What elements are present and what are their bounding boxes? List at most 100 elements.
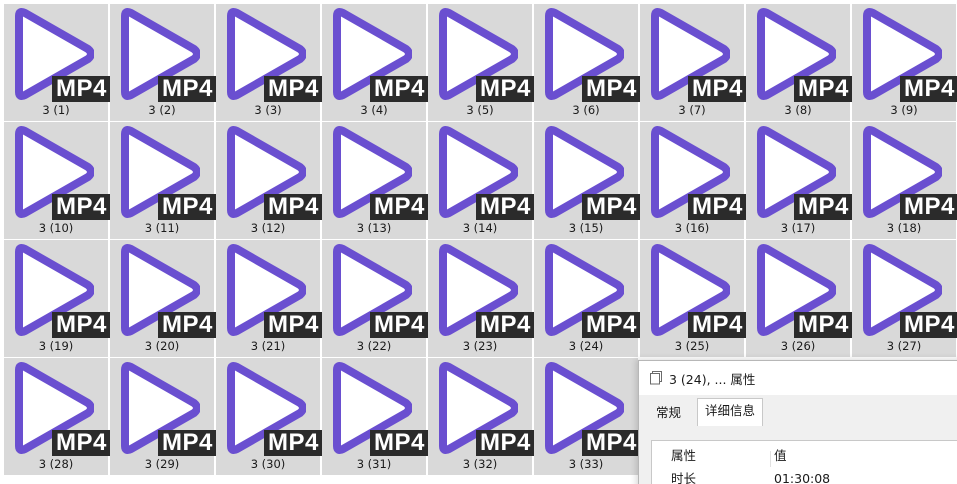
- property-value: 01:30:08: [774, 471, 831, 484]
- mp4-badge: MP4: [582, 312, 640, 338]
- column-header-property[interactable]: 属性: [671, 445, 696, 467]
- mp4-badge: MP4: [370, 76, 428, 102]
- mp4-badge: MP4: [264, 430, 322, 456]
- file-tile[interactable]: MP4 3 (7): [640, 4, 746, 121]
- mp4-badge: MP4: [900, 76, 957, 102]
- file-tile[interactable]: MP4 3 (26): [746, 240, 852, 357]
- file-name-label: 3 (15): [568, 221, 604, 235]
- mp4-badge: MP4: [476, 312, 534, 338]
- file-name-label: 3 (1): [42, 103, 70, 117]
- file-tile[interactable]: MP4 3 (5): [428, 4, 534, 121]
- mp4-badge: MP4: [264, 76, 322, 102]
- mp4-badge: MP4: [582, 76, 640, 102]
- properties-dialog: 3 (24), ... 属性 常规 详细信息 属性 值 时长 01:30:08: [638, 360, 957, 484]
- file-name-label: 3 (9): [890, 103, 918, 117]
- column-divider[interactable]: [770, 451, 771, 467]
- details-panel: 属性 值 时长 01:30:08: [651, 440, 957, 484]
- file-name-label: 3 (24): [568, 339, 604, 353]
- mp4-badge: MP4: [52, 194, 110, 220]
- mp4-badge: MP4: [370, 430, 428, 456]
- file-tile[interactable]: MP4 3 (30): [216, 358, 322, 475]
- file-name-label: 3 (27): [886, 339, 922, 353]
- file-name-label: 3 (19): [38, 339, 74, 353]
- mp4-badge: MP4: [52, 312, 110, 338]
- details-header-row: 属性 值: [652, 445, 957, 467]
- file-tile[interactable]: MP4 3 (16): [640, 122, 746, 239]
- file-tile[interactable]: MP4 3 (23): [428, 240, 534, 357]
- file-tile[interactable]: MP4 3 (27): [852, 240, 957, 357]
- file-tile[interactable]: MP4 3 (9): [852, 4, 957, 121]
- file-name-label: 3 (29): [144, 457, 180, 471]
- mp4-badge: MP4: [264, 312, 322, 338]
- file-tile[interactable]: MP4 3 (17): [746, 122, 852, 239]
- column-header-value[interactable]: 值: [774, 445, 787, 467]
- file-tile[interactable]: MP4 3 (29): [110, 358, 216, 475]
- mp4-badge: MP4: [794, 312, 852, 338]
- mp4-badge: MP4: [688, 76, 746, 102]
- dialog-tabbar: 常规 详细信息: [639, 395, 957, 427]
- file-tile[interactable]: MP4 3 (2): [110, 4, 216, 121]
- file-tile[interactable]: MP4 3 (8): [746, 4, 852, 121]
- file-tile[interactable]: MP4 3 (25): [640, 240, 746, 357]
- file-tile[interactable]: MP4 3 (14): [428, 122, 534, 239]
- file-tile[interactable]: MP4 3 (31): [322, 358, 428, 475]
- file-tile[interactable]: MP4 3 (6): [534, 4, 640, 121]
- tab-general[interactable]: 常规: [649, 401, 688, 425]
- file-name-label: 3 (10): [38, 221, 74, 235]
- file-name-label: 3 (20): [144, 339, 180, 353]
- mp4-badge: MP4: [158, 194, 216, 220]
- dialog-titlebar[interactable]: 3 (24), ... 属性: [639, 361, 957, 395]
- file-tile[interactable]: MP4 3 (12): [216, 122, 322, 239]
- mp4-badge: MP4: [158, 76, 216, 102]
- file-name-label: 3 (23): [462, 339, 498, 353]
- details-row-duration[interactable]: 时长 01:30:08: [652, 468, 957, 484]
- file-name-label: 3 (5): [466, 103, 494, 117]
- file-name-label: 3 (14): [462, 221, 498, 235]
- file-name-label: 3 (33): [568, 457, 604, 471]
- mp4-badge: MP4: [582, 194, 640, 220]
- file-explorer-view: MP4 3 (1) MP4 3 (2) MP4 3 (3) MP4 3 (4) MP4 3 (5)…: [0, 0, 957, 484]
- file-tile[interactable]: MP4 3 (18): [852, 122, 957, 239]
- file-name-label: 3 (11): [144, 221, 180, 235]
- file-tile[interactable]: MP4 3 (15): [534, 122, 640, 239]
- file-tile[interactable]: MP4 3 (4): [322, 4, 428, 121]
- mp4-badge: MP4: [794, 194, 852, 220]
- mp4-badge: MP4: [264, 194, 322, 220]
- mp4-badge: MP4: [688, 312, 746, 338]
- file-name-label: 3 (32): [462, 457, 498, 471]
- mp4-badge: MP4: [52, 76, 110, 102]
- file-tile[interactable]: MP4 3 (22): [322, 240, 428, 357]
- file-tile[interactable]: MP4 3 (33): [534, 358, 640, 475]
- mp4-badge: MP4: [476, 194, 534, 220]
- mp4-badge: MP4: [582, 430, 640, 456]
- file-tile[interactable]: MP4 3 (11): [110, 122, 216, 239]
- mp4-badge: MP4: [900, 194, 957, 220]
- file-name-label: 3 (13): [356, 221, 392, 235]
- file-name-label: 3 (16): [674, 221, 710, 235]
- mp4-badge: MP4: [52, 430, 110, 456]
- file-tile[interactable]: MP4 3 (10): [4, 122, 110, 239]
- mp4-badge: MP4: [900, 312, 957, 338]
- mp4-badge: MP4: [158, 430, 216, 456]
- file-name-label: 3 (31): [356, 457, 392, 471]
- file-name-label: 3 (30): [250, 457, 286, 471]
- file-name-label: 3 (22): [356, 339, 392, 353]
- file-tile[interactable]: MP4 3 (3): [216, 4, 322, 121]
- mp4-badge: MP4: [688, 194, 746, 220]
- mp4-badge: MP4: [476, 76, 534, 102]
- documents-icon: [650, 371, 662, 385]
- file-tile[interactable]: MP4 3 (32): [428, 358, 534, 475]
- file-name-label: 3 (28): [38, 457, 74, 471]
- file-tile[interactable]: MP4 3 (28): [4, 358, 110, 475]
- tab-details[interactable]: 详细信息: [697, 398, 764, 426]
- file-tile[interactable]: MP4 3 (24): [534, 240, 640, 357]
- file-tile[interactable]: MP4 3 (21): [216, 240, 322, 357]
- file-tile[interactable]: MP4 3 (19): [4, 240, 110, 357]
- file-name-label: 3 (17): [780, 221, 816, 235]
- file-tile[interactable]: MP4 3 (1): [4, 4, 110, 121]
- mp4-badge: MP4: [370, 194, 428, 220]
- file-tile[interactable]: MP4 3 (13): [322, 122, 428, 239]
- file-name-label: 3 (4): [360, 103, 388, 117]
- file-tile[interactable]: MP4 3 (20): [110, 240, 216, 357]
- dialog-title: 3 (24), ... 属性: [669, 371, 756, 387]
